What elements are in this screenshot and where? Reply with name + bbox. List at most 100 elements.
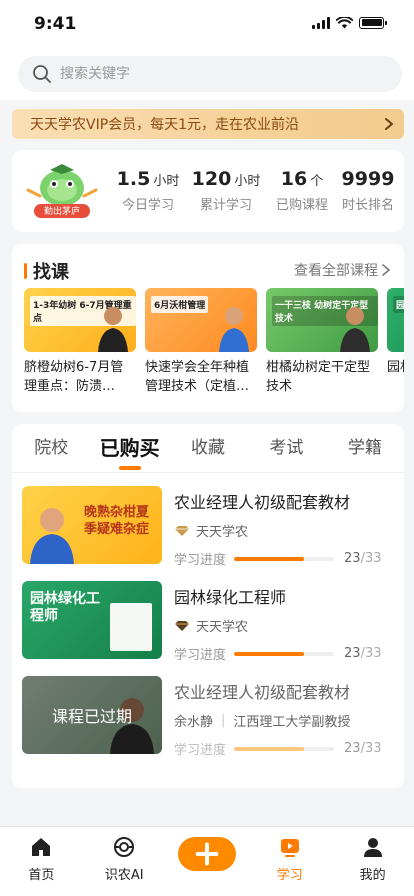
course-thumbnail: 1-3年幼树 6-7月管理重点 bbox=[24, 288, 136, 352]
tab-label: 学习 bbox=[276, 868, 303, 883]
stat-value: 16 bbox=[280, 168, 308, 190]
learning-stats-card: 勤出茅庐 1.5 小时 今日学习 120 小时 累计学习 16 个 已购课程 9999… bbox=[12, 150, 404, 232]
org-name: 天天学农 bbox=[196, 620, 249, 635]
stat-unit: 小时 bbox=[234, 174, 261, 189]
chevron-right-icon bbox=[385, 118, 393, 130]
progress-done: 23 bbox=[344, 646, 361, 661]
progress-label: 学习进度 bbox=[174, 648, 227, 663]
expired-overlay: 课程已过期 bbox=[22, 676, 162, 754]
progress-row: 学习进度 23/33 bbox=[174, 739, 394, 758]
progress-count: 23/33 bbox=[344, 646, 381, 661]
stat-purchased[interactable]: 16 个 已购课程 bbox=[270, 168, 334, 213]
course-thumbnail: 一干三枝 幼树定干定型技术 bbox=[266, 288, 378, 352]
teacher-name: 余水静 bbox=[174, 715, 214, 730]
tab-study[interactable]: 学习 bbox=[248, 827, 331, 896]
tab-purchased[interactable]: 已购买 bbox=[90, 424, 168, 472]
wifi-icon bbox=[336, 16, 353, 28]
search-input[interactable] bbox=[60, 66, 360, 82]
progress-done: 23 bbox=[344, 741, 361, 756]
vip-diamond-icon bbox=[175, 525, 189, 536]
course-name: 农业经理人初级配套教材 bbox=[174, 683, 351, 702]
course-name: 园林绿化工程师 bbox=[174, 588, 287, 607]
course-list: 1-3年幼树 6-7月管理重点 脐橙幼树6-7月管理重点：防溃… 6月沃柑管理 … bbox=[24, 288, 404, 396]
tab-favorites[interactable]: 收藏 bbox=[169, 424, 247, 472]
progress-total: /33 bbox=[360, 551, 382, 566]
course-info: 农业经理人初级配套教材 天天学农 学习进度 23/33 bbox=[174, 486, 394, 568]
course-name: 农业经理人初级配套教材 bbox=[174, 493, 351, 512]
thumb-caption: 园林 bbox=[393, 296, 404, 313]
see-all-courses-link[interactable]: 查看全部课程 bbox=[294, 260, 392, 280]
course-thumbnail: 园林绿化工程师 bbox=[22, 581, 162, 659]
progress-fill bbox=[234, 746, 305, 751]
course-title: 脐橙幼树6-7月管理重点：防溃… bbox=[24, 360, 124, 394]
progress-fill bbox=[234, 651, 305, 656]
progress-label: 学习进度 bbox=[174, 743, 227, 758]
purchased-course-item[interactable]: 园林绿化工程师 园林绿化工程师 天天学农 学习进度 23/33 bbox=[22, 581, 394, 663]
separator: | bbox=[221, 713, 226, 728]
course-title: 快速学会全年种植管理技术（定植… bbox=[145, 360, 250, 394]
progress-bar bbox=[234, 651, 335, 656]
progress-row: 学习进度 23/33 bbox=[174, 644, 394, 663]
progress-count: 23/33 bbox=[344, 551, 381, 566]
tab-publish[interactable] bbox=[166, 827, 249, 896]
see-all-label: 查看全部课程 bbox=[294, 263, 378, 279]
org-name: 天天学农 bbox=[196, 525, 249, 540]
course-card[interactable]: 6月沃柑管理 快速学会全年种植管理技术（定植… bbox=[145, 288, 257, 396]
course-card[interactable]: 1-3年幼树 6-7月管理重点 脐橙幼树6-7月管理重点：防溃… bbox=[24, 288, 136, 396]
status-icons bbox=[312, 16, 387, 29]
tab-school[interactable]: 院校 bbox=[12, 424, 90, 472]
tab-divider bbox=[12, 472, 404, 473]
tab-home[interactable]: 首页 bbox=[0, 827, 83, 896]
stat-rank[interactable]: 9999 时长排名 bbox=[340, 168, 396, 213]
search-bar[interactable] bbox=[18, 56, 402, 92]
course-title: 园林 bbox=[387, 360, 404, 375]
progress-count: 23/33 bbox=[344, 741, 381, 756]
my-learning-card: 院校 已购买 收藏 考试 学籍 晚熟杂柑夏季疑难杂症 农业经理人初级配套教材 天… bbox=[12, 424, 404, 788]
bottom-tab-bar: 首页 识农AI 学习 我的 bbox=[0, 826, 414, 896]
progress-bar bbox=[234, 746, 335, 751]
tab-exams[interactable]: 考试 bbox=[247, 424, 325, 472]
course-card[interactable]: 一干三枝 幼树定干定型技术 柑橘幼树定干定型技术 bbox=[266, 288, 378, 396]
thumb-caption: 6月沃柑管理 bbox=[151, 296, 209, 313]
find-courses-title: 找课 bbox=[33, 262, 69, 283]
thumb-caption: 园林绿化工程师 bbox=[30, 591, 100, 624]
find-courses-card: 找课 查看全部课程 1-3年幼树 6-7月管理重点 脐橙幼树6-7月管理重点：防… bbox=[12, 244, 404, 412]
course-card[interactable]: 园林 园林 bbox=[387, 288, 404, 396]
tab-ai[interactable]: 识农AI bbox=[83, 827, 166, 896]
stat-label: 已购课程 bbox=[275, 198, 328, 213]
status-bar: 9:41 bbox=[0, 0, 414, 50]
course-title: 柑橘幼树定干定型技术 bbox=[266, 360, 371, 394]
vip-banner-text: 天天学农VIP会员，每天1元，走在农业前沿 bbox=[30, 117, 300, 133]
purchased-course-item[interactable]: 晚熟杂柑夏季疑难杂症 农业经理人初级配套教材 天天学农 学习进度 23/33 bbox=[22, 486, 394, 568]
course-org: 天天学农 bbox=[174, 521, 394, 540]
progress-fill bbox=[234, 556, 305, 561]
course-thumbnail: 6月沃柑管理 bbox=[145, 288, 257, 352]
tab-label: 首页 bbox=[28, 868, 55, 883]
tab-label: 我的 bbox=[359, 868, 386, 883]
plus-button[interactable] bbox=[177, 837, 236, 871]
stat-value: 120 bbox=[191, 168, 232, 190]
home-icon bbox=[32, 838, 51, 856]
stat-value: 1.5 bbox=[116, 168, 151, 190]
progress-label: 学习进度 bbox=[174, 553, 227, 568]
purchased-course-item-expired[interactable]: 课程已过期 农业经理人初级配套教材 余水静 | 江西理工大学副教授 学习进度 2… bbox=[22, 676, 394, 758]
teacher-photo bbox=[30, 508, 74, 564]
play-icon bbox=[280, 839, 299, 857]
stat-label: 今日学习 bbox=[121, 198, 174, 213]
book-cover-image bbox=[110, 603, 152, 651]
signal-icon bbox=[312, 16, 330, 29]
course-thumbnail: 园林 bbox=[387, 288, 404, 352]
vip-banner[interactable]: 天天学农VIP会员，每天1元，走在农业前沿 bbox=[12, 109, 404, 139]
course-teacher: 余水静 | 江西理工大学副教授 bbox=[174, 711, 394, 730]
tab-me[interactable]: 我的 bbox=[331, 827, 414, 896]
tab-enrollment[interactable]: 学籍 bbox=[326, 424, 404, 472]
search-icon bbox=[33, 65, 51, 83]
search-area bbox=[0, 50, 414, 100]
section-title: 找课 bbox=[24, 258, 69, 284]
battery-icon bbox=[359, 16, 387, 29]
course-info: 园林绿化工程师 天天学农 学习进度 23/33 bbox=[174, 581, 394, 663]
accent-bar bbox=[24, 263, 27, 279]
stat-unit: 个 bbox=[310, 174, 324, 189]
mascot-badge-text: 勤出茅庐 bbox=[43, 207, 80, 217]
teacher-title: 江西理工大学副教授 bbox=[233, 715, 351, 730]
